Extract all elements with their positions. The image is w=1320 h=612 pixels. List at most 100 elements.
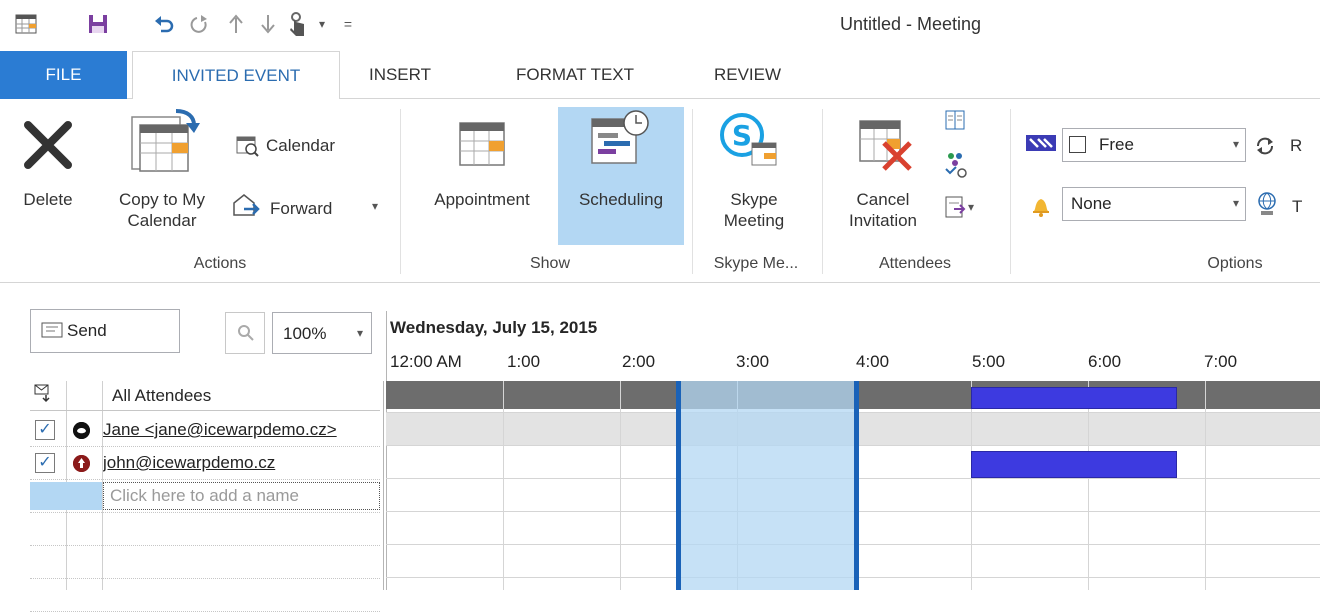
send-label: Send [67,321,107,340]
undo-icon[interactable] [150,10,178,38]
delete-icon [22,119,74,176]
save-icon[interactable] [84,10,112,38]
organizer-icon [73,422,90,439]
copy-label-line1: Copy to My [119,190,205,209]
response-options-dropdown-icon[interactable]: ▾ [968,197,974,218]
chevron-down-icon: ▾ [1232,196,1239,210]
hour-gridline [1088,381,1089,590]
attendee-name[interactable]: john@icewarpdemo.cz [103,453,380,473]
forward-button[interactable]: Forward [270,198,332,219]
customize-qat-icon[interactable]: = [334,10,362,38]
scheduling-icon [590,109,652,174]
hour-label: 4:00 [856,352,890,371]
address-book-icon[interactable] [944,109,966,136]
forward-dropdown-icon[interactable]: ▾ [372,196,378,217]
meeting-time-selection[interactable] [676,381,859,590]
check-names-icon[interactable] [944,151,968,184]
add-attendee-row[interactable]: Click here to add a name [30,480,380,513]
calendar-button[interactable]: Calendar [266,135,335,156]
hour-label: 1:00 [507,352,541,371]
show-as-select[interactable]: Free ▾ [1062,128,1246,162]
redo-icon[interactable] [186,10,214,38]
previous-item-icon[interactable] [222,10,250,38]
add-name-placeholder: Click here to add a name [110,486,299,505]
send-icon [41,322,63,343]
show-as-value: Free [1099,135,1134,154]
forward-icon [230,193,262,224]
zoom-select[interactable]: 100% ▾ [272,312,372,354]
reminder-value: None [1071,194,1112,213]
attendee-row[interactable]: ✓ john@icewarpdemo.cz [30,447,380,480]
hour-label: 3:00 [736,352,770,371]
delete-button[interactable]: Delete [2,189,94,210]
group-label-actions: Actions [193,255,247,272]
time-zones-icon[interactable] [1256,191,1278,222]
qat-dropdown-icon[interactable]: ▾ [308,10,336,38]
free-swatch-icon [1069,136,1086,153]
tab-insert[interactable]: INSERT [360,51,440,99]
ribbon-tabs: FILE INVITED EVENT INSERT FORMAT TEXT RE… [0,51,1320,100]
group-label-attendees: Attendees [878,255,952,272]
time-zones-button-clipped[interactable]: T [1292,196,1302,217]
busy-block [971,387,1177,409]
skype-meeting-icon: S [718,113,780,174]
chevron-down-icon: ▾ [356,326,363,340]
reminder-bell-icon [1030,193,1052,222]
window-title: Untitled - Meeting [840,14,982,34]
hour-label: 5:00 [972,352,1006,371]
cancel-label-line1: Cancel [856,190,910,209]
show-as-icon [1026,133,1056,158]
copy-to-calendar-icon [128,109,200,178]
zoom-value: 100% [283,324,327,343]
group-separator [400,109,401,274]
required-attendee-icon [73,455,90,472]
group-separator [822,109,823,274]
next-item-icon[interactable] [254,10,282,38]
tab-review[interactable]: REVIEW [700,51,795,99]
attendee-header-row: All Attendees [30,381,380,411]
hour-label: 12:00 AM [390,352,462,371]
reminder-select[interactable]: None ▾ [1062,187,1246,221]
skype-label-line1: Skype [730,190,778,209]
cancel-invitation-button[interactable]: Cancel Invitation [830,189,936,231]
hour-gridline [971,381,972,590]
attendee-checkbox[interactable]: ✓ [35,420,55,440]
appointment-button[interactable]: Appointment [412,189,552,210]
group-label-show: Show [529,255,571,272]
busy-block [971,451,1177,478]
zoom-search-button[interactable] [225,312,265,354]
group-label-options: Options [1207,255,1263,272]
response-status-header-icon[interactable] [34,383,52,408]
tab-format-text[interactable]: FORMAT TEXT [490,51,660,99]
chevron-down-icon: ▾ [1232,137,1239,151]
empty-row [30,546,380,579]
attendee-name[interactable]: Jane <jane@icewarpdemo.cz> [103,420,380,440]
group-label-skype: Skype Me... [713,255,799,272]
send-button[interactable]: Send [30,309,180,353]
skype-meeting-button[interactable]: Skype Meeting [704,189,804,231]
svg-text:S: S [732,119,752,152]
hour-label: 7:00 [1204,352,1238,371]
all-attendees-label: All Attendees [112,386,212,405]
hour-gridline [1205,381,1206,590]
copy-to-my-calendar-button[interactable]: Copy to My Calendar [100,189,224,231]
add-row-selection [30,482,102,510]
copy-label-line2: Calendar [127,211,197,230]
recurrence-icon[interactable] [1254,135,1276,162]
response-options-icon[interactable] [944,195,966,226]
tab-file[interactable]: FILE [0,51,127,99]
empty-row [30,579,380,612]
attendee-checkbox[interactable]: ✓ [35,453,55,473]
schedule-date: Wednesday, July 15, 2015 [390,318,598,337]
tab-invited-event[interactable]: INVITED EVENT [132,51,340,100]
empty-row [30,513,380,546]
recurrence-button-clipped[interactable]: R [1290,135,1302,156]
scheduling-timeline[interactable]: Wednesday, July 15, 2015 12:00 AM 1:00 2… [386,311,1320,590]
attendee-list: All Attendees ✓ Jane <jane@icewarpdemo.c… [30,381,384,612]
cancel-invitation-icon [858,117,914,176]
title-bar: ▾ = Untitled - Meeting [0,0,1320,50]
ribbon: Delete Copy to My Calendar Calendar Forw… [0,99,1320,283]
hour-gridline [503,381,504,590]
attendee-row[interactable]: ✓ Jane <jane@icewarpdemo.cz> [30,414,380,447]
hour-label: 2:00 [622,352,656,371]
